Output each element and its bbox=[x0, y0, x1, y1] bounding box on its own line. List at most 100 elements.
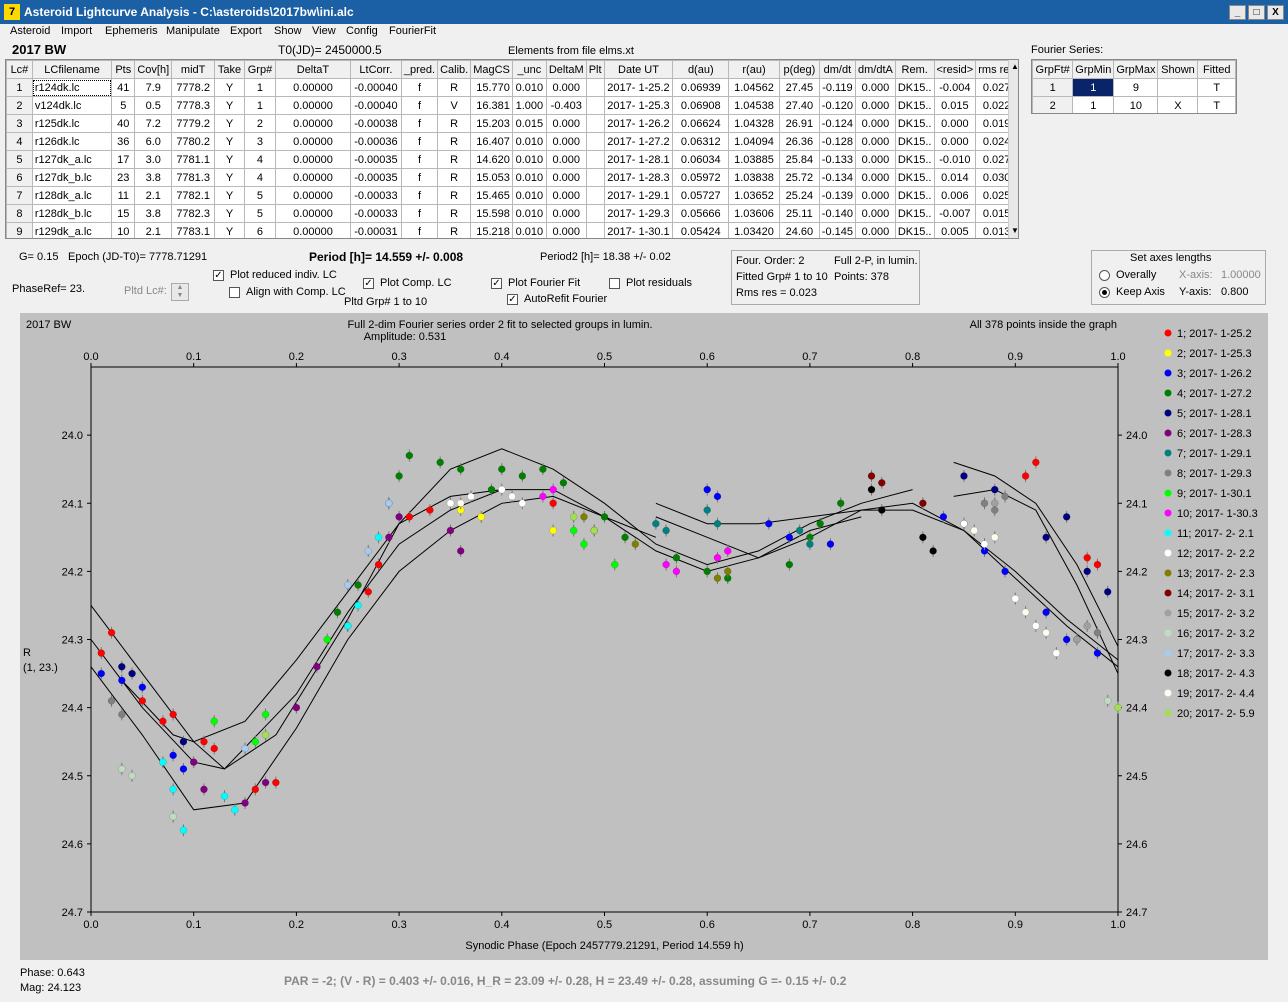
table-cell[interactable]: 1 bbox=[6, 78, 33, 97]
table-cell[interactable]: 25.24 bbox=[778, 186, 820, 205]
table-cell[interactable]: 1.04562 bbox=[728, 78, 780, 97]
column-header[interactable]: Rem. bbox=[894, 60, 935, 79]
table-cell[interactable]: 6 bbox=[6, 168, 33, 187]
table-cell[interactable]: -0.00035 bbox=[349, 150, 402, 169]
table-cell[interactable]: 26.36 bbox=[778, 132, 820, 151]
column-header[interactable]: Take bbox=[214, 60, 246, 79]
table-cell[interactable]: 7778.2 bbox=[171, 78, 216, 97]
table-cell[interactable]: 0.000 bbox=[855, 204, 896, 223]
table-cell[interactable]: v124dk.lc bbox=[31, 96, 113, 115]
fourier-cell[interactable]: 1 bbox=[1032, 78, 1074, 97]
table-cell[interactable]: 0.010 bbox=[511, 186, 547, 205]
table-cell[interactable]: 0.000 bbox=[545, 132, 587, 151]
column-header[interactable]: d(au) bbox=[672, 60, 730, 79]
table-cell[interactable]: r127dk_b.lc bbox=[31, 168, 113, 187]
table-cell[interactable]: 0.05666 bbox=[672, 204, 730, 223]
table-cell[interactable]: Y bbox=[214, 186, 246, 205]
fourier-cell[interactable]: T bbox=[1197, 78, 1236, 97]
table-cell[interactable]: Y bbox=[214, 114, 246, 133]
table-cell[interactable]: 15.203 bbox=[470, 114, 513, 133]
table-cell[interactable]: 0.010 bbox=[511, 78, 547, 97]
y-axis-value[interactable]: 0.800 bbox=[1221, 286, 1249, 298]
fourier-cell[interactable]: T bbox=[1197, 96, 1236, 113]
table-cell[interactable]: 0.006 bbox=[933, 186, 977, 205]
fourier-cell[interactable]: 2 bbox=[1032, 96, 1074, 113]
column-header[interactable]: midT bbox=[171, 60, 216, 79]
column-header[interactable]: Cov[h] bbox=[134, 60, 173, 79]
table-cell[interactable]: 3.8 bbox=[134, 204, 173, 223]
table-cell[interactable]: 2017- 1-28.1 bbox=[603, 150, 674, 169]
table-row[interactable]: 4 r126dk.lc 36 6.0 7780.2 Y 3 0.00000 -0.00036 f R… bbox=[6, 132, 1018, 151]
table-cell[interactable]: r125dk.lc bbox=[31, 114, 113, 133]
table-cell[interactable]: R bbox=[437, 186, 472, 205]
table-cell[interactable]: -0.00040 bbox=[349, 96, 402, 115]
table-cell[interactable]: 2017- 1-30.1 bbox=[603, 222, 674, 238]
table-cell[interactable]: 8 bbox=[6, 204, 33, 223]
table-cell[interactable]: 1 bbox=[244, 78, 276, 97]
table-cell[interactable]: 23 bbox=[111, 168, 136, 187]
table-row[interactable]: 5 r127dk_a.lc 17 3.0 7781.1 Y 4 0.00000 -0.00035… bbox=[6, 150, 1018, 169]
close-button[interactable]: X bbox=[1267, 5, 1284, 20]
menu-config[interactable]: Config bbox=[346, 25, 378, 37]
table-cell[interactable]: DK15.. bbox=[894, 150, 935, 169]
maximize-button[interactable]: □ bbox=[1248, 5, 1265, 20]
table-cell[interactable]: 7779.2 bbox=[171, 114, 216, 133]
table-cell[interactable]: 0.000 bbox=[855, 150, 896, 169]
table-cell[interactable]: -0.010 bbox=[933, 150, 977, 169]
table-cell[interactable]: Y bbox=[214, 204, 246, 223]
table-row[interactable]: 2 v124dk.lc 5 0.5 7778.3 Y 1 0.00000 -0.00040 f V 1… bbox=[6, 96, 1018, 115]
fourier-row[interactable]: 119T bbox=[1032, 78, 1236, 97]
table-cell[interactable]: 1.03838 bbox=[728, 168, 780, 187]
table-cell[interactable]: -0.134 bbox=[818, 168, 857, 187]
table-cell[interactable]: 0.5 bbox=[134, 96, 173, 115]
column-header[interactable]: Calib. bbox=[437, 60, 472, 79]
fourier-series-table[interactable]: GrpFt# GrpMin GrpMax Shown Fitted 1 1 9 T 2 1 10 X T bbox=[1031, 59, 1237, 114]
menu-show[interactable]: Show bbox=[274, 25, 302, 37]
table-cell[interactable]: Y bbox=[214, 222, 246, 238]
table-cell[interactable]: 7782.1 bbox=[171, 186, 216, 205]
table-cell[interactable]: 15.218 bbox=[470, 222, 513, 238]
table-cell[interactable] bbox=[585, 168, 605, 187]
table-cell[interactable]: R bbox=[437, 78, 472, 97]
table-cell[interactable]: 1 bbox=[244, 96, 276, 115]
table-cell[interactable] bbox=[585, 132, 605, 151]
table-cell[interactable]: 5 bbox=[244, 204, 276, 223]
menu-ephemeris[interactable]: Ephemeris bbox=[105, 25, 158, 37]
table-cell[interactable]: -0.00033 bbox=[349, 186, 402, 205]
table-cell[interactable]: f bbox=[400, 78, 439, 97]
table-cell[interactable]: 5 bbox=[111, 96, 136, 115]
table-cell[interactable]: Y bbox=[214, 78, 246, 97]
table-cell[interactable]: 2017- 1-25.2 bbox=[603, 78, 674, 97]
table-cell[interactable]: 24.60 bbox=[778, 222, 820, 238]
table-cell[interactable]: 0.06312 bbox=[672, 132, 730, 151]
table-cell[interactable]: -0.00040 bbox=[349, 78, 402, 97]
table-cell[interactable]: 0.000 bbox=[545, 78, 587, 97]
table-cell[interactable]: 0.05727 bbox=[672, 186, 730, 205]
menu-asteroid[interactable]: Asteroid bbox=[10, 25, 50, 37]
table-cell[interactable]: -0.119 bbox=[818, 78, 857, 97]
menu-view[interactable]: View bbox=[312, 25, 336, 37]
table-cell[interactable]: 15 bbox=[111, 204, 136, 223]
column-header[interactable]: Pts bbox=[111, 60, 136, 79]
table-cell[interactable]: 2017- 1-26.2 bbox=[603, 114, 674, 133]
table-cell[interactable]: Y bbox=[214, 150, 246, 169]
table-cell[interactable]: -0.128 bbox=[818, 132, 857, 151]
fourier-row[interactable]: 2 1 10 X T bbox=[1032, 96, 1236, 113]
table-cell[interactable]: 17 bbox=[111, 150, 136, 169]
table-row[interactable]: 6 r127dk_b.lc 23 3.8 7781.3 Y 4 0.00000 -0.00035… bbox=[6, 168, 1018, 187]
table-cell[interactable]: DK15.. bbox=[894, 186, 935, 205]
menu-export[interactable]: Export bbox=[230, 25, 262, 37]
table-cell[interactable]: 0.010 bbox=[511, 132, 547, 151]
fourier-column-header[interactable]: Fitted bbox=[1197, 60, 1236, 79]
table-cell[interactable]: 25.72 bbox=[778, 168, 820, 187]
table-cell[interactable]: Y bbox=[214, 168, 246, 187]
table-cell[interactable]: f bbox=[400, 186, 439, 205]
table-cell[interactable]: DK15.. bbox=[894, 114, 935, 133]
table-cell[interactable]: 0.05424 bbox=[672, 222, 730, 238]
table-cell[interactable]: 26.91 bbox=[778, 114, 820, 133]
table-cell[interactable]: 0.06034 bbox=[672, 150, 730, 169]
table-cell[interactable]: 3 bbox=[244, 132, 276, 151]
column-header[interactable]: _pred. bbox=[400, 60, 439, 79]
table-cell[interactable]: 0.010 bbox=[511, 168, 547, 187]
table-cell[interactable]: 5 bbox=[6, 150, 33, 169]
